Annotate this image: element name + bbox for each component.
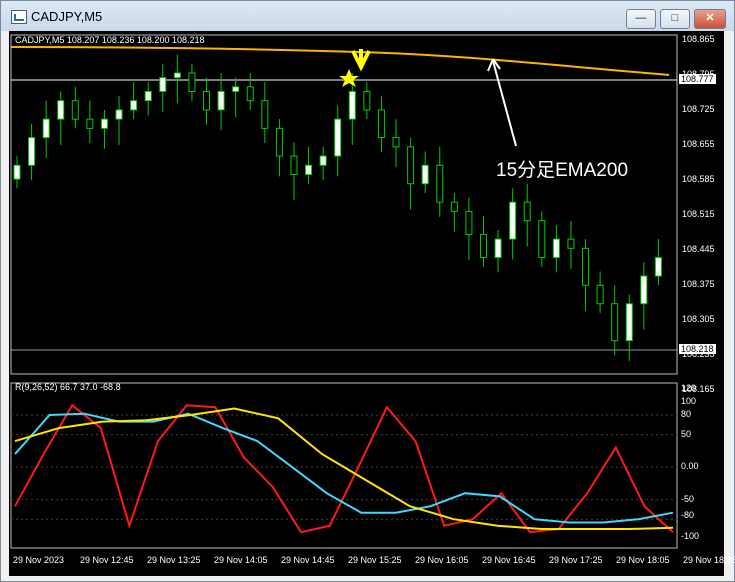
candle-body — [509, 201, 517, 240]
candle-body — [494, 238, 502, 259]
osc-tick-label: -100 — [681, 531, 700, 542]
osc-tick-label: 120 — [681, 383, 697, 393]
price-tick-label: 108.445 — [682, 244, 715, 254]
candle-body — [523, 201, 531, 222]
candle-body — [173, 72, 181, 79]
candle-body — [392, 137, 400, 148]
minimize-button[interactable]: — — [626, 9, 656, 29]
candle-body — [640, 275, 648, 305]
osc-tick-label: 0.00 — [681, 461, 699, 472]
osc-tick-label: -50 — [681, 493, 695, 504]
candle-body — [625, 303, 633, 342]
candle-body — [71, 100, 79, 120]
annotation-arrow-line — [492, 60, 517, 147]
signal-star-icon — [339, 69, 359, 87]
candle-body — [100, 118, 108, 129]
maximize-button[interactable]: □ — [660, 9, 690, 29]
high-price-tag: 108.777 — [679, 74, 716, 84]
candle-body — [596, 284, 604, 305]
candle-body — [334, 118, 342, 157]
osc-tick-label: 100 — [681, 396, 697, 407]
candle-body — [57, 100, 65, 120]
chart-canvas[interactable] — [9, 31, 724, 576]
main-chart-info: CADJPY,M5 108.207 108.236 108.200 108.21… — [15, 35, 205, 45]
candle-body — [246, 86, 254, 102]
candle-body — [232, 86, 240, 92]
candle-body — [203, 90, 211, 111]
candle-body — [305, 164, 313, 176]
ema200-line — [10, 46, 670, 76]
time-label: 29 Nov 18:45 — [683, 555, 735, 565]
candle-body — [654, 257, 662, 277]
candle-body — [479, 233, 487, 259]
candle-body — [421, 164, 429, 185]
candle-body — [159, 77, 167, 92]
candle-body — [363, 90, 371, 111]
time-label: 29 Nov 16:05 — [415, 555, 469, 565]
candle-body — [290, 155, 298, 176]
candle-body — [348, 90, 356, 120]
candle-body — [28, 137, 36, 166]
osc-tick-label: -80 — [681, 510, 695, 521]
chart-area[interactable]: CADJPY,M5 108.207 108.236 108.200 108.21… — [9, 31, 735, 576]
candle-body — [188, 72, 196, 92]
candle-body — [261, 100, 269, 129]
price-tick-label: 108.305 — [682, 314, 715, 324]
oscillator-info: R(9,26,52) 66.7 37.0 -68.8 — [15, 382, 121, 392]
chart-app-icon — [11, 10, 27, 24]
time-label: 29 Nov 16:45 — [482, 555, 536, 565]
osc-tick-label: 80 — [681, 409, 692, 420]
ema200-annotation: 15分足EMA200 — [496, 160, 629, 181]
time-label: 29 Nov 2023 — [13, 555, 65, 565]
candle-body — [611, 303, 619, 342]
candle-body — [377, 109, 385, 139]
time-label: 29 Nov 14:05 — [214, 555, 268, 565]
candle-body — [465, 210, 473, 235]
candle-body — [407, 146, 415, 185]
osc-series-red — [14, 403, 674, 534]
time-label: 29 Nov 12:45 — [80, 555, 134, 565]
candle-body — [144, 90, 152, 102]
price-tick-label: 108.375 — [682, 279, 715, 289]
candle-body — [275, 127, 283, 157]
chart-window: CADJPY,M5 — □ ✕ CADJPY,M5 108.207 108.23… — [0, 0, 735, 582]
current-price-tag: 108.218 — [679, 344, 716, 354]
candle-body — [42, 118, 50, 139]
window-title: CADJPY,M5 — [31, 9, 103, 24]
candle-body — [582, 247, 590, 286]
candle-body — [13, 164, 21, 180]
signal-down-arrow-icon — [351, 49, 371, 72]
price-tick-label: 108.725 — [682, 104, 715, 114]
time-label: 29 Nov 13:25 — [147, 555, 201, 565]
close-button[interactable]: ✕ — [694, 9, 726, 29]
price-tick-label: 108.655 — [682, 139, 715, 149]
price-tick-label: 108.865 — [682, 34, 715, 44]
candle-body — [450, 201, 458, 212]
candle-body — [217, 90, 225, 111]
price-tick-label: 108.515 — [682, 209, 715, 219]
time-label: 29 Nov 15:25 — [348, 555, 402, 565]
price-tick-label: 108.585 — [682, 174, 715, 184]
candle-body — [538, 220, 546, 259]
candle-body — [115, 109, 123, 120]
candle-body — [130, 100, 138, 111]
osc-tick-label: 50 — [681, 428, 692, 439]
time-label: 29 Nov 14:45 — [281, 555, 335, 565]
time-label: 29 Nov 18:05 — [616, 555, 670, 565]
title-bar[interactable]: CADJPY,M5 — □ ✕ — [1, 1, 734, 31]
candle-body — [567, 238, 575, 249]
candle-body — [86, 118, 94, 129]
candle-body — [436, 164, 444, 203]
candle-body — [319, 155, 327, 166]
candle-body — [552, 238, 560, 259]
time-label: 29 Nov 17:25 — [549, 555, 603, 565]
